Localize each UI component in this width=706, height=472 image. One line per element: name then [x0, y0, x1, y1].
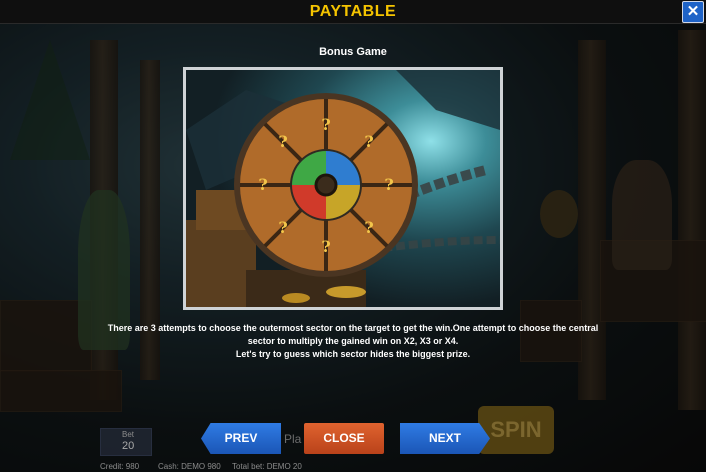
bonus-wheel: ? ? ? ? ? ? ? ?	[234, 93, 418, 277]
wheel-question-mark: ?	[364, 218, 373, 237]
bonus-game-image: ? ? ? ? ? ? ? ?	[183, 67, 503, 310]
wheel-question-mark: ?	[321, 115, 330, 134]
spin-button-bg: SPIN	[478, 406, 554, 454]
total-bet-text: Total bet: DEMO 20	[232, 462, 302, 471]
close-icon[interactable]: ✕	[682, 1, 704, 23]
credit-text: Credit: 980	[100, 462, 140, 471]
page-title: PAYTABLE	[309, 3, 397, 20]
wheel-question-mark: ?	[384, 175, 393, 194]
wheel-question-mark: ?	[278, 132, 287, 151]
bonus-game-title: Bonus Game	[319, 46, 387, 58]
bonus-description: There are 3 attempts to choose the outer…	[40, 322, 666, 361]
wheel-question-mark: ?	[321, 237, 330, 256]
prev-button[interactable]: PREV	[201, 423, 281, 454]
play-label: Pla	[284, 432, 302, 446]
close-button[interactable]: CLOSE	[304, 423, 384, 454]
description-line: sector to multiply the gained win on X2,…	[247, 336, 459, 346]
description-line: Let's try to guess which sector hides th…	[235, 349, 471, 359]
next-button[interactable]: NEXT	[400, 423, 490, 454]
wheel-question-mark: ?	[278, 218, 287, 237]
bet-value: 20	[122, 440, 135, 452]
bet-label: Bet	[122, 430, 135, 439]
description-line: There are 3 attempts to choose the outer…	[107, 323, 599, 333]
wheel-question-mark: ?	[258, 175, 267, 194]
wheel-question-mark: ?	[364, 132, 373, 151]
cash-text: Cash: DEMO 980	[158, 462, 221, 471]
